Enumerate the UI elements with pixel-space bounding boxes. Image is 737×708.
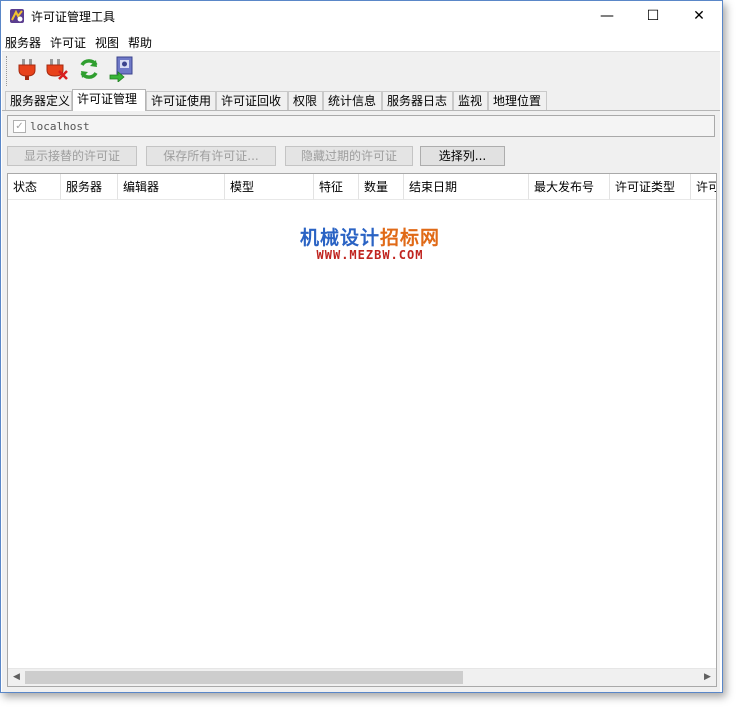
app-window: 许可证管理工具 — ☐ ✕ 服务器 许可证 视图 帮助 服务器定义 许可证管理 … — [0, 0, 723, 693]
tab-permissions[interactable]: 权限 — [288, 91, 323, 110]
disconnect-plug-icon — [45, 57, 69, 84]
maximize-button[interactable]: ☐ — [630, 1, 676, 31]
close-icon: ✕ — [693, 8, 705, 24]
minimize-icon: — — [600, 8, 614, 24]
maximize-icon: ☐ — [646, 8, 660, 24]
tab-license-usage[interactable]: 许可证使用 — [146, 91, 216, 110]
menu-bar: 服务器 许可证 视图 帮助 — [1, 31, 722, 51]
column-header-editor[interactable]: 编辑器 — [118, 174, 225, 200]
connect-button[interactable] — [14, 56, 40, 84]
license-management-panel: ✓ localhost 显示接替的许可证 保存所有许可证... 隐藏过期的许可证… — [2, 110, 720, 692]
column-header-quantity[interactable]: 数量 — [359, 174, 404, 200]
toolbar-grip[interactable] — [6, 56, 9, 86]
column-header-license[interactable]: 许可证 — [691, 174, 716, 200]
connect-plug-icon — [16, 57, 38, 84]
scroll-thumb[interactable] — [25, 671, 463, 684]
tab-license-management[interactable]: 许可证管理 — [72, 89, 146, 111]
window-title: 许可证管理工具 — [31, 10, 116, 24]
title-bar[interactable]: 许可证管理工具 — ☐ ✕ — [1, 1, 722, 31]
column-header-model[interactable]: 模型 — [225, 174, 314, 200]
server-checkbox[interactable]: ✓ — [13, 120, 26, 133]
column-header-feature[interactable]: 特征 — [314, 174, 359, 200]
disconnect-button[interactable] — [44, 56, 70, 84]
watermark-url: WWW.MEZBW.COM — [316, 248, 424, 262]
tab-geo-location[interactable]: 地理位置 — [488, 91, 547, 110]
toolbar — [2, 51, 720, 91]
minimize-button[interactable]: — — [584, 1, 630, 31]
server-name: localhost — [30, 120, 90, 133]
menu-view[interactable]: 视图 — [95, 34, 119, 51]
table-header: 状态 服务器 编辑器 模型 特征 数量 结束日期 最大发布号 许可证类型 许可证 — [8, 174, 716, 200]
refresh-icon — [77, 57, 101, 84]
watermark-title-part1: 机械设计 — [299, 227, 380, 249]
hide-expired-licenses-button[interactable]: 隐藏过期的许可证 — [285, 146, 413, 166]
tab-strip: 服务器定义 许可证管理 许可证使用 许可证回收 权限 统计信息 服务器日志 监视… — [2, 89, 720, 111]
tab-statistics[interactable]: 统计信息 — [323, 91, 382, 110]
menu-license[interactable]: 许可证 — [50, 34, 86, 51]
save-all-licenses-button[interactable]: 保存所有许可证... — [146, 146, 276, 166]
choose-columns-button[interactable]: 选择列... — [420, 146, 505, 166]
show-replaced-licenses-button[interactable]: 显示接替的许可证 — [7, 146, 137, 166]
watermark-title-part2: 招标网 — [380, 227, 441, 249]
export-icon — [109, 56, 133, 85]
horizontal-scrollbar[interactable]: ◀ ▶ — [8, 668, 716, 686]
menu-server[interactable]: 服务器 — [5, 34, 41, 51]
tab-monitor[interactable]: 监视 — [453, 91, 488, 110]
column-header-license-type[interactable]: 许可证类型 — [610, 174, 691, 200]
tab-server-log[interactable]: 服务器日志 — [382, 91, 453, 110]
tab-server-definition[interactable]: 服务器定义 — [5, 91, 72, 110]
menu-help[interactable]: 帮助 — [128, 34, 152, 51]
scroll-right-icon[interactable]: ▶ — [699, 669, 716, 686]
server-group: ✓ localhost — [7, 115, 715, 137]
column-header-max-release[interactable]: 最大发布号 — [529, 174, 610, 200]
column-header-end-date[interactable]: 结束日期 — [404, 174, 529, 200]
refresh-button[interactable] — [76, 56, 102, 84]
license-tool-app-icon — [9, 8, 25, 24]
scroll-left-icon[interactable]: ◀ — [8, 669, 25, 686]
column-header-server[interactable]: 服务器 — [61, 174, 118, 200]
watermark-title: 机械设计招标网 — [299, 223, 441, 250]
tab-license-recall[interactable]: 许可证回收 — [216, 91, 288, 110]
watermark: 机械设计招标网 WWW.MEZBW.COM — [299, 223, 441, 262]
close-button[interactable]: ✕ — [676, 1, 722, 31]
export-button[interactable] — [108, 56, 134, 84]
column-header-status[interactable]: 状态 — [8, 174, 61, 200]
